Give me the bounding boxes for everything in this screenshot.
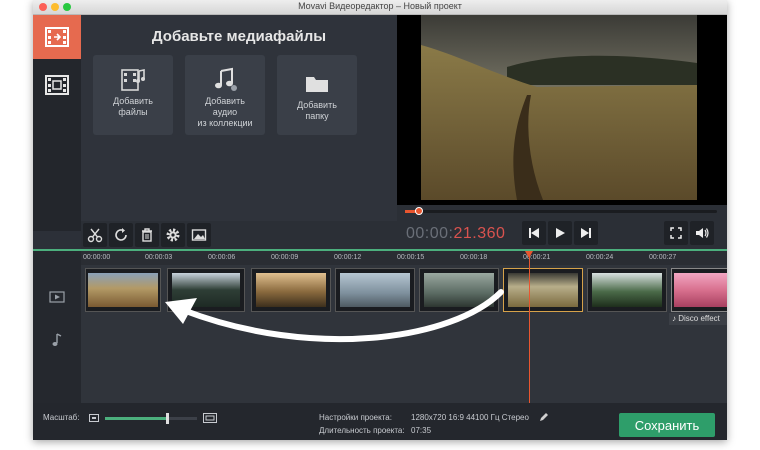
add-audio-label: Добавить аудио из коллекции [197, 96, 253, 128]
trash-icon [142, 228, 152, 242]
playback-handle[interactable] [415, 207, 423, 215]
cut-button[interactable] [83, 223, 107, 247]
ruler-tick: 00:00:09 [271, 254, 299, 261]
ruler-tick: 00:00:15 [397, 254, 425, 261]
ruler-tick: 00:00:18 [460, 254, 488, 261]
title-bar: Movavi Видеоредактор – Новый проект [33, 0, 727, 15]
fullscreen-icon [670, 227, 682, 239]
zoom-level-fill [105, 417, 167, 420]
delete-button[interactable] [135, 223, 159, 247]
skip-forward-icon [581, 228, 591, 238]
edit-toolbar [81, 221, 397, 249]
music-note-icon [215, 67, 237, 91]
playhead-marker[interactable] [525, 251, 533, 258]
track-headers [33, 251, 81, 403]
window-title: Movavi Видеоредактор – Новый проект [298, 1, 462, 11]
add-files-icon [121, 69, 145, 91]
ruler-tick: 00:00:24 [586, 254, 614, 261]
clip-settings-button[interactable] [161, 223, 185, 247]
media-panel: Добавьте медиафайлы Добавить файлы Добав… [81, 15, 397, 221]
project-duration-label: Длительность проекта: [319, 426, 405, 435]
video-preview [397, 15, 727, 205]
zoom-label: Масштаб: [43, 413, 80, 422]
ruler-tick: 00:00:03 [145, 254, 173, 261]
zoom-handle[interactable] [166, 413, 169, 424]
preview-frame [397, 15, 727, 205]
timecode-base: 00:00: [406, 225, 454, 242]
playhead[interactable] [525, 251, 533, 403]
clip-trees[interactable] [587, 268, 667, 312]
curved-arrow-overlay [165, 289, 504, 343]
pencil-icon[interactable] [539, 412, 549, 422]
ruler-tick: 00:00:00 [83, 254, 111, 261]
rotate-button[interactable] [109, 223, 133, 247]
scissors-icon [87, 228, 103, 243]
save-button[interactable]: Сохранить [619, 413, 715, 437]
image-icon [191, 229, 207, 241]
ruler-tick: 00:00:12 [334, 254, 362, 261]
video-track-icon [49, 291, 65, 303]
rotate-icon [115, 228, 127, 241]
audio-track-icon [52, 333, 62, 346]
app-window: Movavi Видеоредактор – Новый проект Доба… [33, 0, 727, 440]
previous-button[interactable] [522, 221, 546, 245]
project-duration-value: 07:35 [411, 426, 432, 435]
play-button[interactable] [548, 221, 572, 245]
ruler-tick: 00:00:06 [208, 254, 236, 261]
volume-button[interactable] [690, 221, 714, 245]
project-settings-label: Настройки проекта: [319, 413, 392, 422]
gear-icon [166, 228, 180, 242]
fullscreen-button[interactable] [664, 221, 688, 245]
add-files-label: Добавить файлы [113, 96, 153, 117]
sidebar-tab-import[interactable] [33, 15, 81, 59]
ruler-tick: 00:00:27 [649, 254, 677, 261]
folder-icon [306, 77, 328, 92]
zoom-in-icon[interactable] [203, 413, 217, 423]
add-folder-button[interactable]: Добавить папку [277, 55, 357, 135]
time-ruler[interactable]: 00:00:00 00:00:03 00:00:06 00:00:09 00:0… [81, 251, 727, 265]
add-files-button[interactable]: Добавить файлы [93, 55, 173, 135]
play-icon [556, 228, 565, 238]
status-footer: Масштаб: Настройки проекта: 1280x720 16:… [33, 403, 727, 440]
title-clip-label: Disco effect [678, 314, 720, 323]
add-folder-label: Добавить папку [297, 100, 337, 121]
zoom-slider[interactable] [105, 413, 197, 424]
sidebar-tab-clips[interactable] [33, 63, 81, 107]
add-audio-button[interactable]: Добавить аудио из коллекции [185, 55, 265, 135]
skip-back-icon [529, 228, 539, 238]
next-button[interactable] [574, 221, 598, 245]
clip-field-path[interactable] [85, 268, 161, 312]
image-button[interactable] [187, 223, 211, 247]
timecode-current: 21.360 [453, 225, 506, 242]
media-heading: Добавьте медиафайлы [151, 28, 327, 45]
player-controls: 00:00:21.360 [397, 205, 727, 249]
film-import-icon [45, 27, 69, 47]
clip-disco-effect[interactable] [671, 268, 727, 312]
playback-slider[interactable] [405, 207, 717, 215]
timecode: 00:00:21.360 [406, 225, 505, 243]
zoom-out-icon[interactable] [89, 414, 99, 422]
title-clip[interactable]: ♪ Disco effect [669, 313, 727, 325]
sidebar [33, 15, 81, 231]
project-settings-value: 1280x720 16:9 44100 Гц Стерео [411, 413, 529, 422]
volume-icon [696, 228, 709, 238]
film-icon [45, 75, 69, 95]
